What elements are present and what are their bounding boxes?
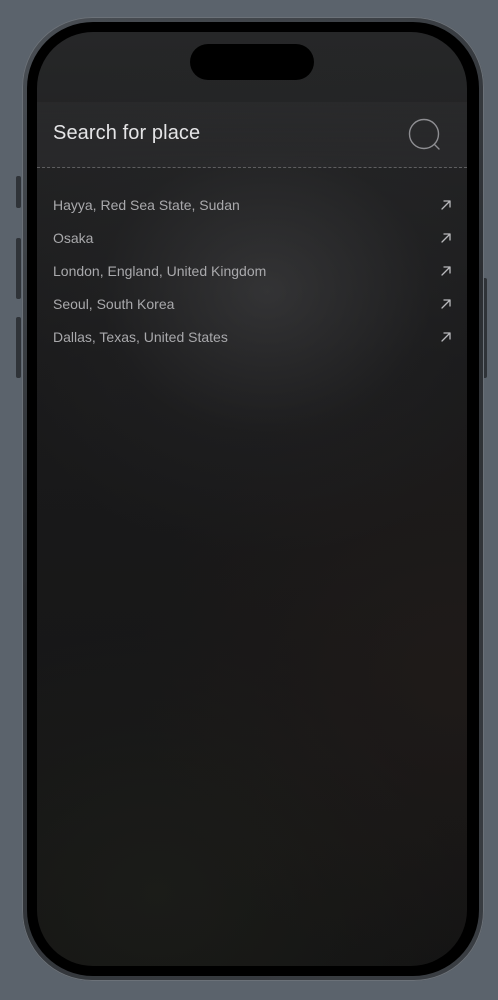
search-button[interactable]	[408, 118, 442, 152]
arrow-up-right-icon	[441, 266, 451, 276]
search-header: Search for place	[37, 102, 467, 168]
action-button	[16, 176, 21, 208]
arrow-up-right-icon	[441, 200, 451, 210]
place-label: Dallas, Texas, United States	[53, 329, 228, 345]
search-title[interactable]: Search for place	[53, 122, 200, 145]
search-icon	[408, 118, 440, 150]
arrow-up-right-icon	[441, 233, 451, 243]
list-item[interactable]: Hayya, Red Sea State, Sudan	[37, 192, 467, 225]
place-label: Hayya, Red Sea State, Sudan	[53, 197, 240, 213]
place-label: Osaka	[53, 230, 94, 246]
phone-screen: Search for place Hayya, Red Sea State, S…	[37, 32, 467, 966]
list-item[interactable]: Osaka	[37, 225, 467, 258]
recent-places-list: Hayya, Red Sea State, Sudan Osaka London…	[37, 192, 467, 357]
place-label: London, England, United Kingdom	[53, 263, 267, 279]
list-item[interactable]: Dallas, Texas, United States	[37, 324, 467, 357]
dynamic-island	[190, 44, 314, 80]
volume-up-button	[16, 238, 21, 299]
place-label: Seoul, South Korea	[53, 296, 175, 312]
device-stage: Search for place Hayya, Red Sea State, S…	[0, 0, 498, 1000]
list-item[interactable]: Seoul, South Korea	[37, 291, 467, 324]
arrow-up-right-icon	[441, 332, 451, 342]
arrow-up-right-icon	[441, 299, 451, 309]
list-item[interactable]: London, England, United Kingdom	[37, 258, 467, 291]
volume-down-button	[16, 317, 21, 378]
